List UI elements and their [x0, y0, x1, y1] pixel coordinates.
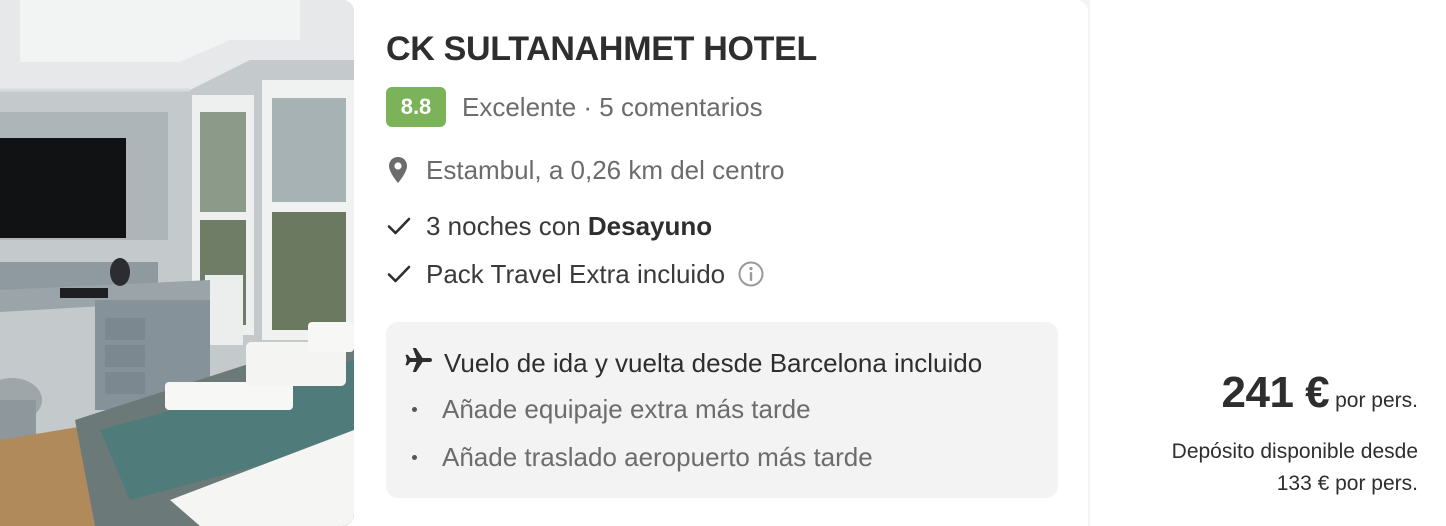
- meals-text: 3 noches con Desayuno: [426, 211, 712, 242]
- meals-board: Desayuno: [587, 210, 713, 241]
- plane-icon: [404, 346, 434, 381]
- rating-row: 8.8 Excelente · 5 comentarios: [386, 87, 763, 127]
- pack-row: Pack Travel Extra incluido: [386, 258, 765, 290]
- hotel-info: CK SULTANAHMET HOTEL 8.8 Excelente · 5 c…: [386, 0, 1058, 526]
- deposit-info: Depósito disponible desde 133 € por pers…: [1172, 436, 1418, 500]
- deposit-line-2: 133 € por pers.: [1276, 472, 1418, 495]
- location-row: Estambul, a 0,26 km del centro: [386, 154, 784, 186]
- extra-item-transfer: Añade traslado aeropuerto más tarde: [412, 442, 873, 473]
- meals-prefix: 3 noches con: [426, 210, 588, 241]
- check-icon: [386, 210, 418, 242]
- flight-title: Vuelo de ida y vuelta desde Barcelona in…: [444, 348, 983, 378]
- pack-text: Pack Travel Extra incluido: [426, 258, 726, 289]
- info-icon[interactable]: [737, 260, 765, 288]
- location-text: Estambul, a 0,26 km del centro: [426, 154, 785, 185]
- dot-icon: [412, 455, 417, 460]
- hotel-name[interactable]: CK SULTANAHMET HOTEL: [386, 30, 817, 69]
- map-pin-icon: [386, 154, 418, 186]
- rating-text[interactable]: Excelente · 5 comentarios: [462, 92, 763, 123]
- price-line: 241 € por pers.: [1222, 368, 1418, 418]
- extra-item-luggage: Añade equipaje extra más tarde: [412, 394, 811, 425]
- price-amount: 241 €: [1221, 368, 1330, 417]
- hotel-card[interactable]: CK SULTANAHMET HOTEL 8.8 Excelente · 5 c…: [0, 0, 1088, 526]
- check-icon: [386, 258, 418, 290]
- price-unit: por pers.: [1335, 389, 1418, 412]
- score-badge: 8.8: [386, 87, 446, 127]
- extra-item-label: Añade equipaje extra más tarde: [442, 394, 811, 424]
- extra-item-label: Añade traslado aeropuerto más tarde: [442, 442, 873, 472]
- dot-icon: [412, 407, 417, 412]
- deposit-line-1: Depósito disponible desde: [1171, 440, 1418, 463]
- flight-box: Vuelo de ida y vuelta desde Barcelona in…: [386, 322, 1058, 498]
- meals-row: 3 noches con Desayuno: [386, 210, 712, 242]
- price-panel[interactable]: 241 € por pers. Depósito disponible desd…: [1090, 0, 1446, 526]
- hotel-photo[interactable]: [0, 0, 354, 526]
- flight-title-row: Vuelo de ida y vuelta desde Barcelona in…: [404, 346, 982, 381]
